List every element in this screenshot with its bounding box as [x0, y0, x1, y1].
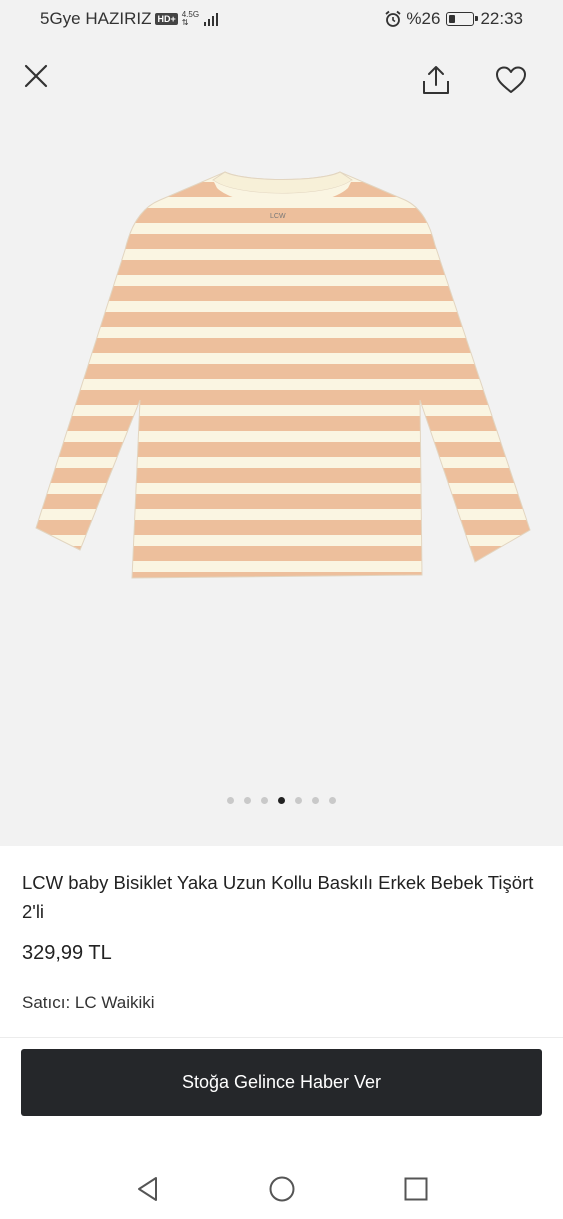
battery-percent: %26: [406, 9, 441, 28]
back-icon: [137, 1177, 157, 1201]
product-title: LCW baby Bisiklet Yaka Uzun Kollu Baskıl…: [22, 872, 534, 922]
seller-label: Satıcı:: [22, 993, 71, 1012]
share-button[interactable]: [414, 58, 458, 102]
pagination-dot[interactable]: [278, 796, 285, 804]
favorite-button[interactable]: [489, 58, 533, 102]
battery-icon: [446, 12, 479, 26]
seller-name[interactable]: LC Waikiki: [75, 993, 155, 1012]
pagination-dot[interactable]: [329, 796, 336, 804]
clock: 22:33: [480, 9, 523, 28]
shirt-label: LCW: [270, 213, 286, 220]
heart-icon: [496, 66, 526, 93]
home-button[interactable]: [262, 1169, 302, 1209]
pagination-dot[interactable]: [244, 796, 251, 804]
system-nav-bar: [0, 1160, 563, 1218]
recents-icon: [404, 1177, 427, 1201]
hd-badge: HD+: [155, 13, 178, 25]
pagination-dot[interactable]: [312, 796, 319, 804]
pagination-dots[interactable]: [0, 793, 563, 807]
close-icon: [24, 64, 48, 88]
product-price: 329,99 TL: [22, 942, 112, 964]
pagination-dot[interactable]: [227, 796, 234, 804]
alarm-icon: [385, 10, 401, 27]
recents-button[interactable]: [396, 1169, 436, 1209]
signal-icon: [204, 13, 219, 26]
status-bar: 5Gye HAZIRIZ HD+ 4.5G ⇅ %26 22:33: [0, 0, 563, 38]
status-right: %26 22:33: [384, 9, 523, 29]
status-left: 5Gye HAZIRIZ HD+ 4.5G ⇅: [40, 9, 219, 29]
share-icon: [423, 66, 449, 94]
close-button[interactable]: [14, 54, 58, 98]
pagination-dot[interactable]: [295, 796, 302, 804]
seller-info: Satıcı: LC Waikiki: [22, 993, 155, 1013]
product-gallery[interactable]: 5Gye HAZIRIZ HD+ 4.5G ⇅ %26 22:33 LCW: [0, 0, 563, 846]
network-type: 4.5G ⇅: [181, 10, 200, 27]
notify-when-in-stock-button[interactable]: Stoğa Gelince Haber Ver: [21, 1049, 542, 1116]
pagination-dot[interactable]: [261, 796, 268, 804]
divider: [0, 1037, 563, 1038]
back-button[interactable]: [128, 1169, 168, 1209]
carrier-text: 5Gye HAZIRIZ: [40, 9, 152, 28]
home-icon: [269, 1176, 294, 1202]
product-image[interactable]: LCW: [30, 150, 535, 590]
